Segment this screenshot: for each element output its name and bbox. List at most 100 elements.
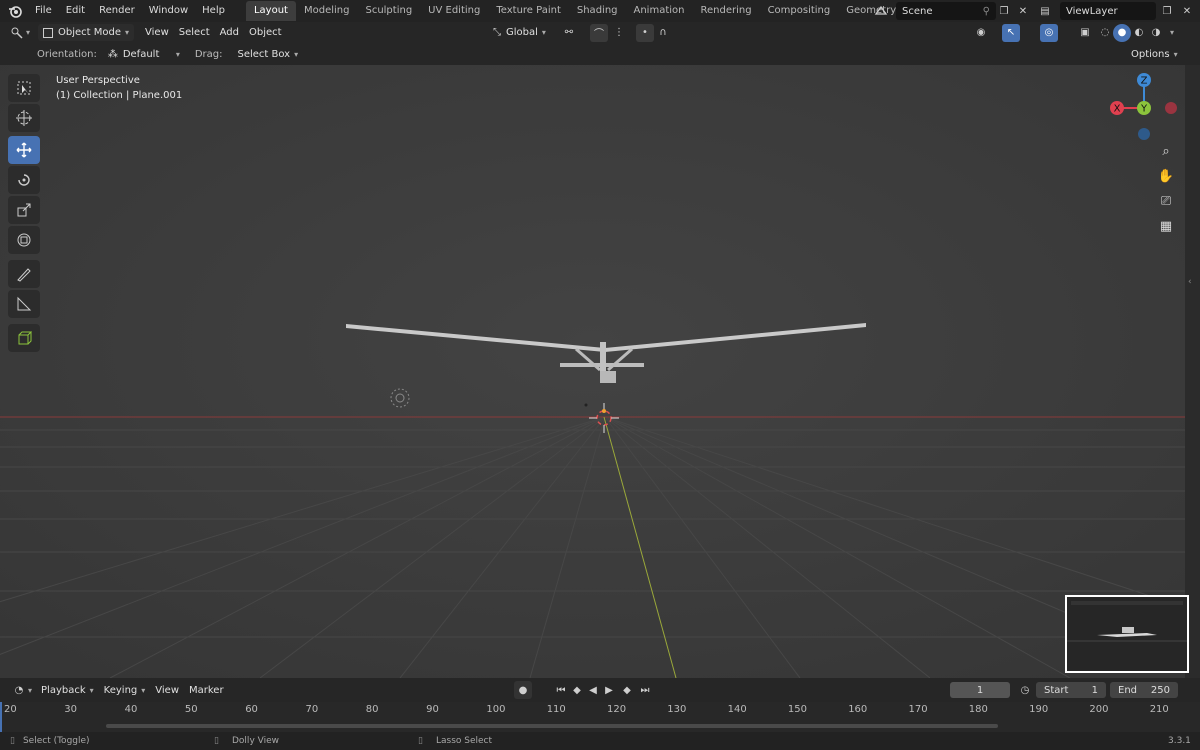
- keying-label: Keying: [103, 684, 138, 696]
- rotate-tool-icon[interactable]: [8, 166, 40, 194]
- chevron-down-icon: ▾: [294, 49, 299, 59]
- new-view-layer-icon[interactable]: ❐: [1158, 2, 1176, 20]
- perspective-toggle-icon[interactable]: ▦: [1156, 219, 1176, 239]
- menu-edit[interactable]: Edit: [59, 0, 92, 22]
- keying-menu[interactable]: Keying ▾: [99, 682, 151, 699]
- snap-icon[interactable]: ⌒: [590, 23, 608, 42]
- menu-select[interactable]: Select: [174, 24, 215, 41]
- tab-uv-editing[interactable]: UV Editing: [420, 1, 488, 21]
- mouse-right-icon: ▯: [418, 736, 423, 746]
- pivot-icon[interactable]: ⚯: [560, 24, 578, 42]
- gizmo-toggle-icon[interactable]: ↖: [1002, 23, 1020, 42]
- move-tool-icon[interactable]: [8, 136, 40, 164]
- delete-view-layer-icon[interactable]: ✕: [1178, 2, 1196, 20]
- start-value: 1: [1091, 684, 1098, 696]
- view-layer-selector[interactable]: ViewLayer: [1060, 2, 1156, 20]
- transform-icon: ⤡: [493, 27, 501, 38]
- neg-z-axis-handle: [1138, 128, 1150, 140]
- tab-layout[interactable]: Layout: [245, 1, 296, 21]
- neg-x-axis-handle: [1165, 102, 1177, 114]
- pan-view-icon[interactable]: ✋: [1156, 169, 1176, 189]
- transform-tool-icon[interactable]: [8, 226, 40, 254]
- cursor-tool-icon[interactable]: [8, 104, 40, 132]
- end-value: 250: [1150, 684, 1170, 696]
- version-label: 3.3.1: [1168, 736, 1191, 746]
- navigation-gizmo[interactable]: Z X Y: [1104, 71, 1184, 151]
- timeline-view-menu[interactable]: View: [150, 682, 184, 699]
- clock-icon[interactable]: ◔: [10, 681, 28, 699]
- menu-render[interactable]: Render: [92, 0, 142, 22]
- annotate-tool-icon[interactable]: [8, 260, 40, 288]
- jump-end-icon[interactable]: ⏭: [636, 681, 654, 699]
- current-frame-field[interactable]: 1: [950, 682, 1010, 698]
- menu-add[interactable]: Add: [215, 24, 244, 41]
- editor-type-icon[interactable]: [8, 24, 26, 42]
- chevron-down-icon[interactable]: ▾: [28, 686, 32, 695]
- sidebar-handle-icon[interactable]: ‹: [1188, 277, 1192, 287]
- delete-scene-icon[interactable]: ✕: [1014, 2, 1032, 20]
- sidebar-collapse-strip[interactable]: ‹: [1185, 65, 1200, 678]
- tab-sculpting[interactable]: Sculpting: [357, 1, 420, 21]
- tab-animation[interactable]: Animation: [626, 1, 693, 21]
- preview-range-icon[interactable]: ◷: [1016, 681, 1034, 699]
- frame-tick-label: 70: [305, 704, 319, 715]
- visibility-icon[interactable]: ◉: [972, 24, 990, 42]
- new-scene-icon[interactable]: ❐: [995, 2, 1013, 20]
- frame-tick-label: 90: [426, 704, 439, 715]
- solid-shading-icon[interactable]: ●: [1113, 23, 1131, 42]
- next-keyframe-icon[interactable]: ◆: [618, 681, 636, 699]
- tab-shading[interactable]: Shading: [569, 1, 626, 21]
- viewport-scene: [0, 65, 1185, 678]
- frame-tick-label: 110: [546, 704, 566, 715]
- zoom-view-icon[interactable]: ⌕: [1156, 144, 1176, 164]
- tab-compositing[interactable]: Compositing: [760, 1, 839, 21]
- pin-icon[interactable]: ⚲: [983, 6, 990, 17]
- play-icon[interactable]: ▶: [600, 681, 618, 699]
- timeline-ruler[interactable]: 20 30 40 50 60 70 80 90 100 110 120 130 140 150 160 170…: [0, 702, 1200, 732]
- options-button[interactable]: Options ▾: [1126, 46, 1183, 63]
- frame-tick-label: 180: [968, 704, 988, 715]
- current-frame-marker[interactable]: [0, 702, 2, 732]
- frame-tick-label: 20: [4, 704, 17, 715]
- end-frame-field[interactable]: End 250: [1110, 682, 1178, 698]
- blender-logo-icon[interactable]: [6, 2, 24, 20]
- rendered-shading-icon[interactable]: ◑: [1147, 24, 1165, 42]
- snap-target-icon[interactable]: ⋮: [610, 24, 628, 42]
- menu-view[interactable]: View: [140, 24, 174, 41]
- scene-icon[interactable]: [872, 2, 890, 20]
- view-layer-icon[interactable]: ▤: [1036, 2, 1054, 20]
- scene-selector[interactable]: Scene ⚲: [896, 2, 996, 20]
- orientation-label: Orientation:: [37, 48, 97, 60]
- menu-object[interactable]: Object: [244, 24, 287, 41]
- timeline-scrollbar[interactable]: [106, 724, 998, 728]
- mode-selector[interactable]: Object Mode ▾: [38, 24, 135, 41]
- measure-tool-icon[interactable]: [8, 290, 40, 318]
- transform-orientation[interactable]: ⤡ Global ▾: [488, 24, 551, 41]
- 3d-viewport[interactable]: User Perspective (1) Collection | Plane.…: [0, 65, 1185, 678]
- proportional-edit-icon[interactable]: •: [636, 23, 654, 42]
- camera-view-icon[interactable]: ⎚: [1156, 194, 1176, 214]
- tab-texture-paint[interactable]: Texture Paint: [488, 1, 569, 21]
- tab-modeling[interactable]: Modeling: [296, 1, 358, 21]
- add-cube-tool-icon[interactable]: [8, 324, 40, 352]
- playback-menu[interactable]: Playback ▾: [36, 682, 99, 699]
- chevron-down-icon[interactable]: ▾: [26, 28, 30, 37]
- menu-file[interactable]: File: [28, 0, 59, 22]
- start-frame-field[interactable]: Start 1: [1036, 682, 1106, 698]
- material-shading-icon[interactable]: ◐: [1130, 24, 1148, 42]
- scale-tool-icon[interactable]: [8, 196, 40, 224]
- tab-rendering[interactable]: Rendering: [692, 1, 759, 21]
- overlay-icon[interactable]: ◎: [1040, 23, 1058, 42]
- select-box-tool-icon[interactable]: [8, 74, 40, 102]
- menu-help[interactable]: Help: [195, 0, 232, 22]
- camera-preview-thumbnail[interactable]: [1065, 595, 1189, 673]
- record-icon[interactable]: ●: [514, 681, 532, 699]
- xray-icon[interactable]: ▣: [1076, 24, 1094, 42]
- menu-window[interactable]: Window: [142, 0, 195, 22]
- wireframe-shading-icon[interactable]: ◌: [1096, 24, 1114, 42]
- orientation-dropdown[interactable]: ⁂ Default ▾: [103, 46, 185, 63]
- marker-menu[interactable]: Marker: [184, 682, 229, 699]
- shading-options-icon[interactable]: ▾: [1170, 28, 1174, 37]
- falloff-icon[interactable]: ∩: [654, 24, 672, 42]
- drag-dropdown[interactable]: Select Box ▾: [232, 46, 303, 63]
